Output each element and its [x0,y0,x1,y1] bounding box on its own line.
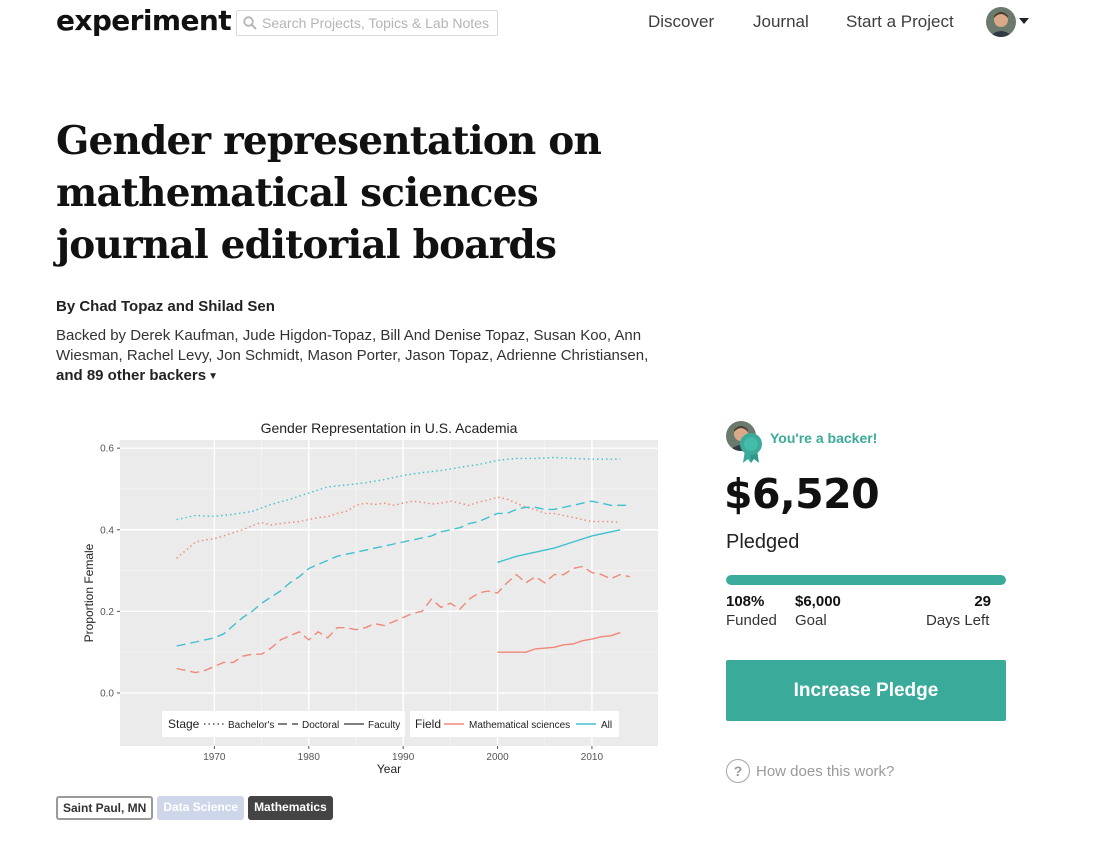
project-chart: 0.0 0.2 0.4 0.6 1970 1980 1990 2000 2010 Gender R… [56,414,696,776]
site-logo[interactable]: experiment [56,4,232,37]
chevron-down-icon: ▼ [208,371,218,382]
backer-status: You're a backer! [770,430,878,446]
tag-mathematics[interactable]: Mathematics [248,796,333,820]
chart-ylabel: Proportion Female [82,543,96,642]
chart-legend-stage-title: Stage [168,717,200,731]
more-backers-label: and 89 other backers [56,367,207,384]
backers-list: Backed by Derek Kaufman, Jude Higdon-Top… [56,326,678,387]
increase-pledge-button[interactable]: Increase Pledge [726,660,1006,721]
nav-start-project[interactable]: Start a Project [846,12,954,32]
funding-progress-fill [726,575,1006,585]
chart-xtick-label: 1980 [298,752,321,763]
search-input[interactable] [262,15,492,31]
chart-legend-stage-label: Doctoral [302,720,339,731]
days-label: Days Left [926,612,990,629]
pledged-amount: $6,520 [724,470,880,518]
chart-xtick-label: 1970 [203,752,226,763]
goal-label: Goal [795,612,827,629]
question-icon: ? [726,759,750,783]
chart-xlabel: Year [377,762,401,776]
chart-ytick-label: 0.2 [100,607,114,618]
search-icon [243,16,257,30]
stat-goal: $6,000 Goal [795,593,841,629]
chart-ytick-label: 0.4 [100,525,114,536]
stat-days-left: 29 Days Left [926,593,991,629]
pledged-label: Pledged [726,531,800,553]
project-tags: Saint Paul, MN Data Science Mathematics [56,796,333,820]
chart-legend-field-title: Field [415,717,441,731]
goal-value: $6,000 [795,593,841,610]
chart-ytick-label: 0.0 [100,688,114,699]
project-title: Gender representation on mathematical sc… [56,118,602,268]
backer-badge-icon [740,433,762,463]
chart-ytick-label: 0.6 [100,444,114,455]
funded-label: Funded [726,612,777,629]
chart-legend-stage-label: Faculty [368,720,400,731]
chart-legend-field-label: All [601,720,612,731]
chart-legend-stage-label: Bachelor's [228,720,274,731]
nav-journal[interactable]: Journal [753,12,809,32]
user-avatar[interactable] [986,7,1016,37]
user-menu-caret-icon[interactable] [1019,18,1029,24]
project-authors: By Chad Topaz and Shilad Sen [56,298,275,315]
backers-text: Backed by Derek Kaufman, Jude Higdon-Top… [56,327,649,364]
more-backers-link[interactable]: and 89 other backers ▼ [56,367,218,384]
chart-legend-field-label: Mathematical sciences [469,720,570,731]
chart-title: Gender Representation in U.S. Academia [261,420,518,436]
search-box[interactable] [236,10,498,36]
tag-data-science[interactable]: Data Science [157,796,245,820]
chart-panel [120,440,658,746]
funded-value: 108% [726,593,765,610]
stat-funded: 108% Funded [726,593,777,629]
gender-chart-svg: 0.00.20.40.61970 1980 1990 2000 2010Gender R… [82,420,658,776]
tag-location[interactable]: Saint Paul, MN [56,796,154,820]
funding-progress-bar [726,575,1006,585]
chart-xtick-label: 2010 [581,752,604,763]
chart-xtick-label: 2000 [486,752,509,763]
how-it-works-label: How does this work? [756,762,895,780]
nav-discover[interactable]: Discover [648,12,714,32]
how-it-works-link[interactable]: ? How does this work? [726,759,894,783]
days-value: 29 [974,593,991,610]
